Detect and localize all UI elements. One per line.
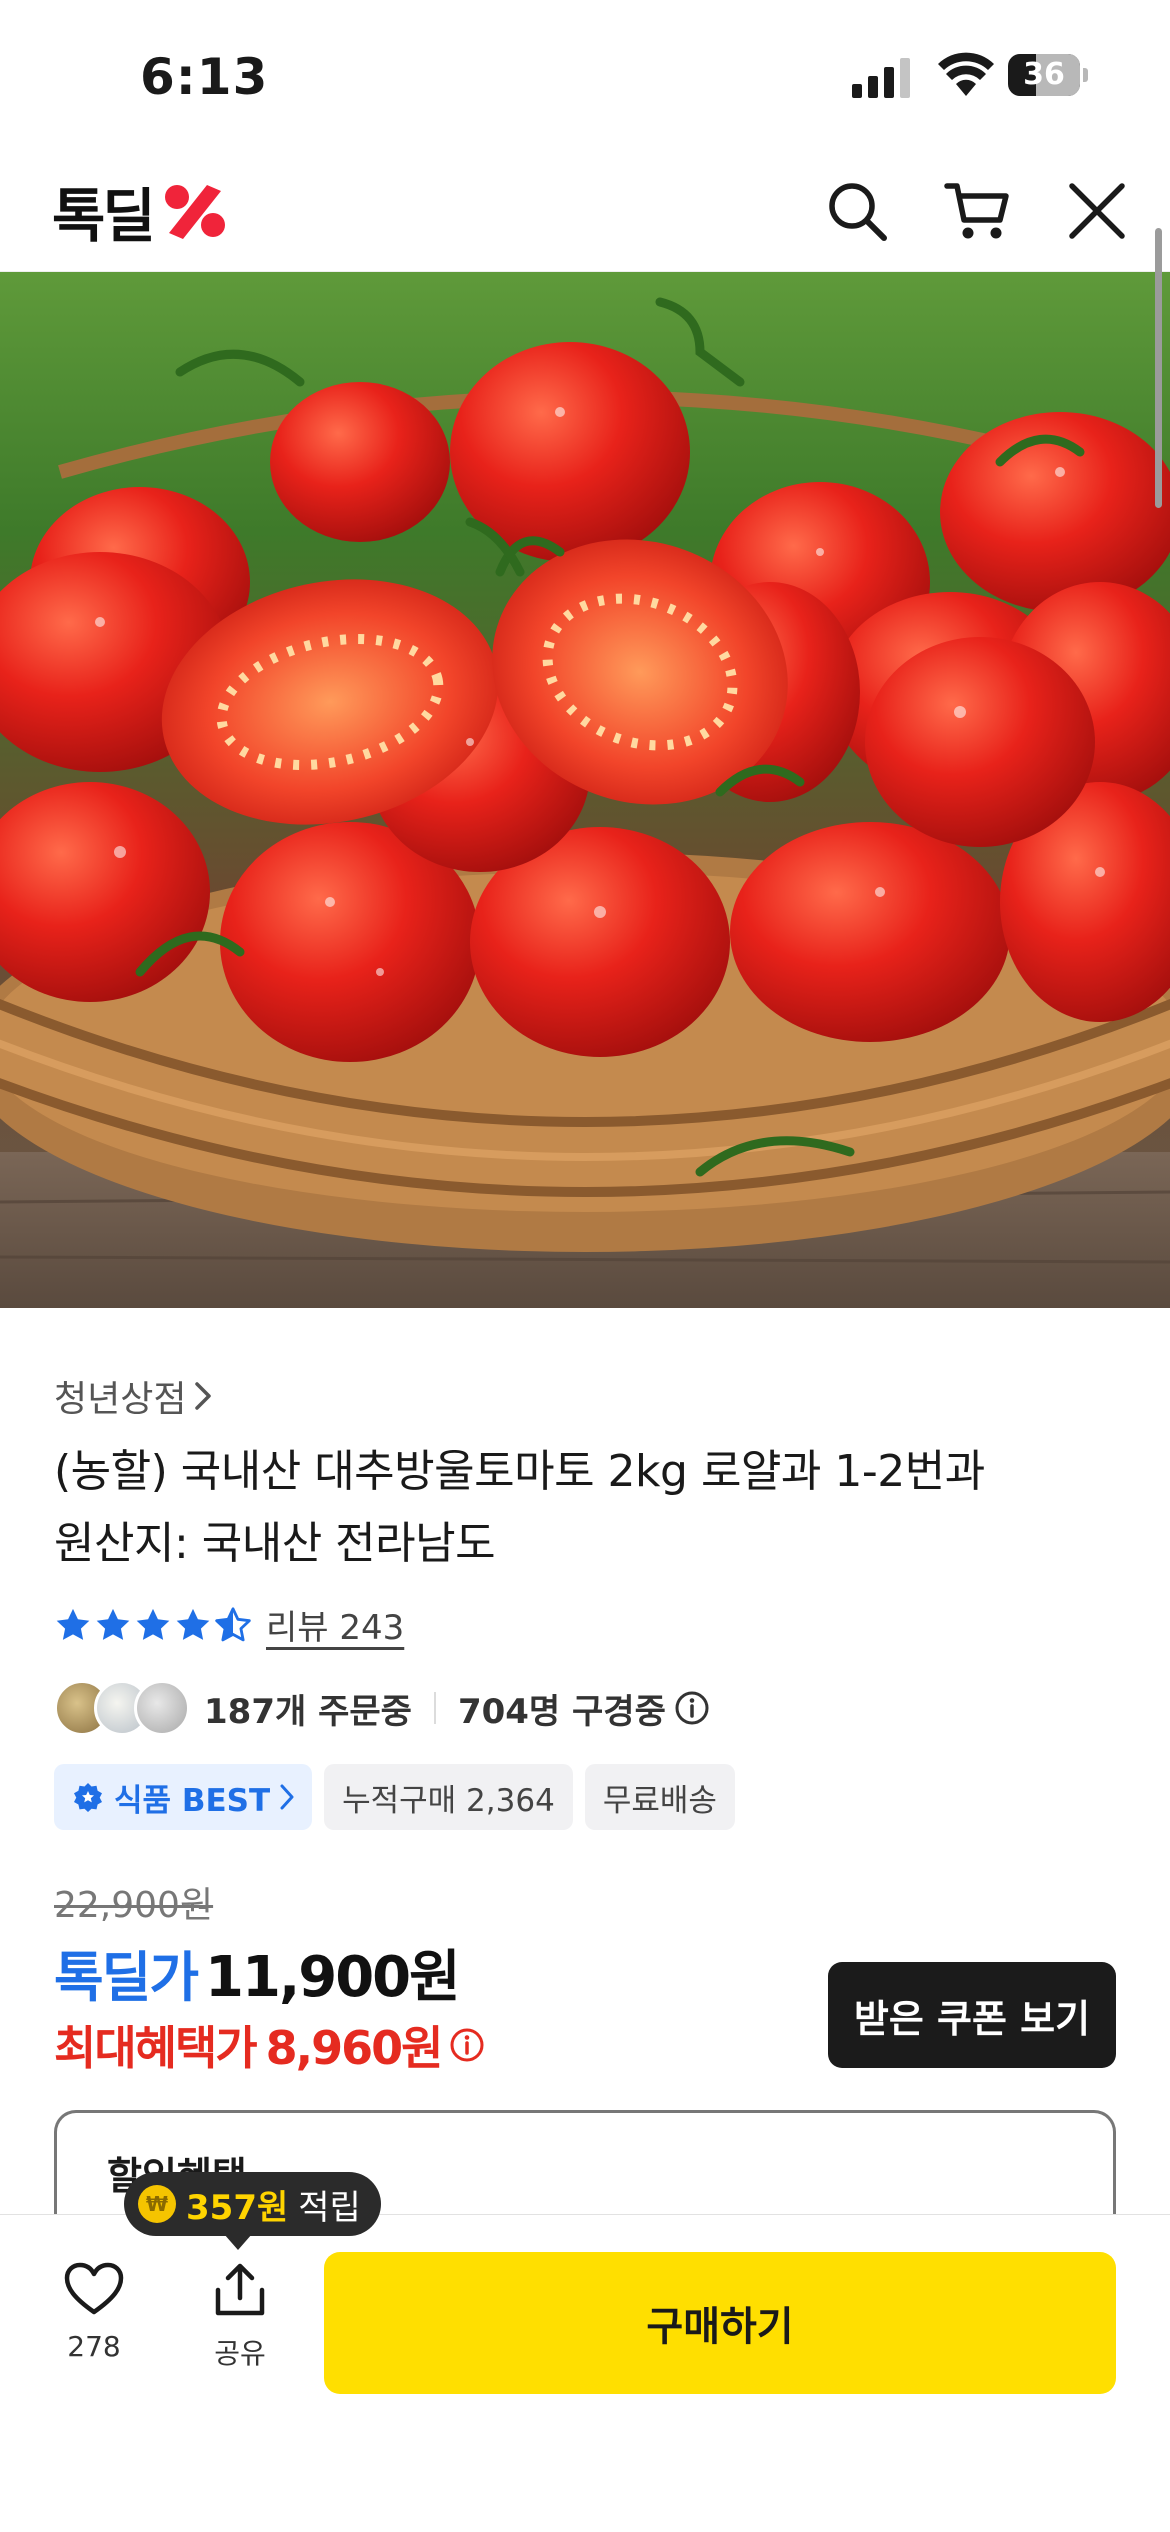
talkdeal-logo[interactable]: 톡딜 [52,176,229,250]
buyer-avatars [54,1680,194,1736]
buy-button[interactable]: 구매하기 [324,2252,1116,2394]
star-full-icon [96,1608,130,1640]
star-full-icon [56,1608,90,1640]
cumulative-purchase-badge: 누적구매 2,364 [324,1764,573,1830]
info-icon[interactable] [449,2027,485,2063]
deal-price: 11,900원 [205,1945,461,2010]
tomato-basket-image [0,272,1170,1308]
share-icon [215,2263,265,2316]
search-button[interactable] [822,176,892,246]
avatar [134,1680,190,1736]
status-bar: 6:13 36 [0,0,1170,150]
free-shipping-badge: 무료배송 [584,1764,735,1830]
percent-logo-icon [164,185,225,239]
max-benefit-price: 8,960원 [265,2021,444,2075]
search-icon [829,183,887,241]
status-time: 6:13 [140,48,269,106]
star-full-icon [176,1608,210,1640]
info-icon[interactable] [674,1690,710,1726]
battery-icon: 36 [1008,54,1088,96]
divider [433,1692,436,1724]
close-button[interactable] [1062,176,1132,246]
seller-link[interactable]: 청년상점 [54,1370,212,1422]
product-title-line-2: 원산지: 국내산 전라남도 [54,1518,496,1569]
share-button[interactable]: 공유 [202,2262,278,2372]
food-best-label: 식품 BEST [114,1782,271,1819]
chevron-right-icon [195,1382,212,1410]
rating-stars [54,1606,252,1644]
like-button[interactable]: 278 [56,2262,132,2363]
points-tooltip: ₩ 357원 적립 [124,2172,381,2250]
share-label: 공유 [214,2337,266,2370]
close-icon [1069,183,1125,239]
orders-count: 187개 주문중 [204,1691,412,1732]
order-status-row: 187개 주문중 704명 구경중 [54,1680,710,1736]
viewers-count: 704명 구경중 [457,1691,666,1732]
star-half-icon [215,1606,251,1641]
rating-row: 리뷰 243 [54,1600,404,1649]
product-title: (농할) 국내산 대추방울토마토 2kg 로얄과 1-2번과 원산지: 국내산 … [54,1436,1114,1580]
product-image-carousel[interactable] [0,272,1170,1308]
seller-name: 청년상점 [54,1379,187,1420]
chevron-right-icon [280,1784,294,1810]
wifi-icon [938,52,994,96]
scrollbar[interactable] [1155,228,1162,508]
deal-price-label: 톡딜가 [54,1946,199,2009]
coin-icon: ₩ [138,2185,176,2223]
deal-price-row: 톡딜가 11,900원 [54,1932,461,2013]
points-amount: 357원 [186,2187,289,2228]
food-best-badge[interactable]: 식품 BEST [54,1764,313,1830]
app-header: 톡딜 [0,150,1170,272]
battery-level: 36 [1023,57,1065,92]
badge-row: 식품 BEST 누적구매 2,364 무료배송 [54,1764,735,1830]
best-seal-icon [74,1783,102,1812]
cart-icon [944,183,1009,239]
max-benefit-label: 최대혜택가 [54,2021,258,2075]
cart-button[interactable] [942,176,1012,246]
max-benefit-row: 최대혜택가 8,960원 [54,2012,485,2078]
points-suffix: 적립 [298,2187,361,2228]
original-price: 22,900원 [54,1885,214,1926]
heart-icon [64,2262,124,2315]
signal-icon [852,58,910,98]
like-count: 278 [67,2330,121,2363]
review-link[interactable]: 리뷰 243 [266,1600,404,1649]
view-coupons-button[interactable]: 받은 쿠폰 보기 [828,1962,1116,2068]
star-full-icon [136,1608,170,1640]
product-title-line-1: (농할) 국내산 대추방울토마토 2kg 로얄과 1-2번과 [54,1446,985,1497]
logo-text: 톡딜 [52,182,156,250]
